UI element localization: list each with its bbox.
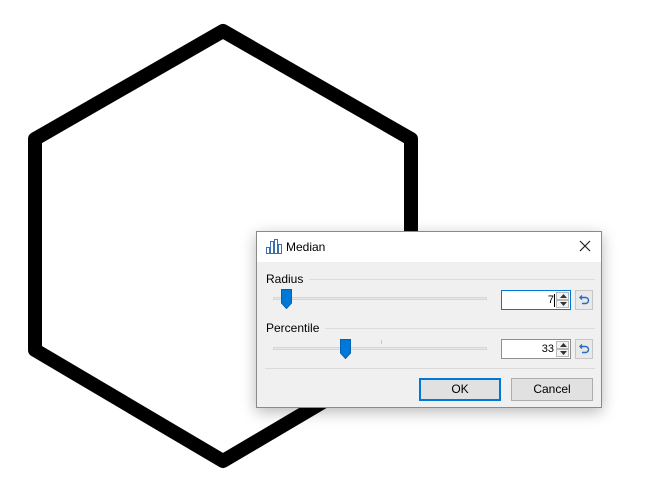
percentile-reset-button[interactable] bbox=[575, 339, 593, 359]
radius-value[interactable]: 7 bbox=[506, 294, 554, 306]
spin-up-button[interactable] bbox=[556, 341, 569, 349]
arrow-up-icon bbox=[560, 294, 567, 298]
spin-down-button[interactable] bbox=[556, 300, 569, 308]
percentile-divider bbox=[325, 328, 595, 329]
button-separator bbox=[265, 368, 595, 369]
histogram-icon bbox=[266, 239, 282, 254]
radius-slider-track[interactable] bbox=[273, 297, 487, 300]
percentile-slider-thumb[interactable] bbox=[340, 339, 351, 359]
dialog-title: Median bbox=[286, 240, 326, 254]
text-caret bbox=[554, 294, 555, 307]
spin-up-button[interactable] bbox=[556, 292, 569, 300]
close-icon[interactable] bbox=[578, 239, 592, 253]
radius-spinbox[interactable]: 7 bbox=[501, 290, 571, 310]
arrow-down-icon bbox=[560, 351, 567, 355]
percentile-slider-track[interactable] bbox=[273, 347, 487, 350]
title-bar: Median bbox=[257, 232, 601, 262]
percentile-spin-arrows[interactable] bbox=[556, 341, 569, 357]
spin-down-button[interactable] bbox=[556, 349, 569, 357]
slider-tick bbox=[381, 340, 382, 344]
arrow-down-icon bbox=[560, 302, 567, 306]
arrow-up-icon bbox=[560, 343, 567, 347]
percentile-label: Percentile bbox=[266, 321, 320, 335]
ok-button[interactable]: OK bbox=[419, 378, 501, 401]
radius-label: Radius bbox=[266, 272, 304, 286]
median-dialog: Median Radius 7 Percentile 33 OK Cancel bbox=[256, 231, 602, 408]
cancel-button[interactable]: Cancel bbox=[511, 378, 593, 401]
reset-icon bbox=[579, 295, 590, 305]
radius-slider-thumb[interactable] bbox=[281, 289, 292, 309]
radius-divider bbox=[309, 279, 595, 280]
percentile-spinbox[interactable]: 33 bbox=[501, 339, 571, 359]
radius-spin-arrows[interactable] bbox=[556, 292, 569, 308]
radius-reset-button[interactable] bbox=[575, 290, 593, 310]
percentile-value[interactable]: 33 bbox=[506, 343, 554, 355]
reset-icon bbox=[579, 344, 590, 354]
